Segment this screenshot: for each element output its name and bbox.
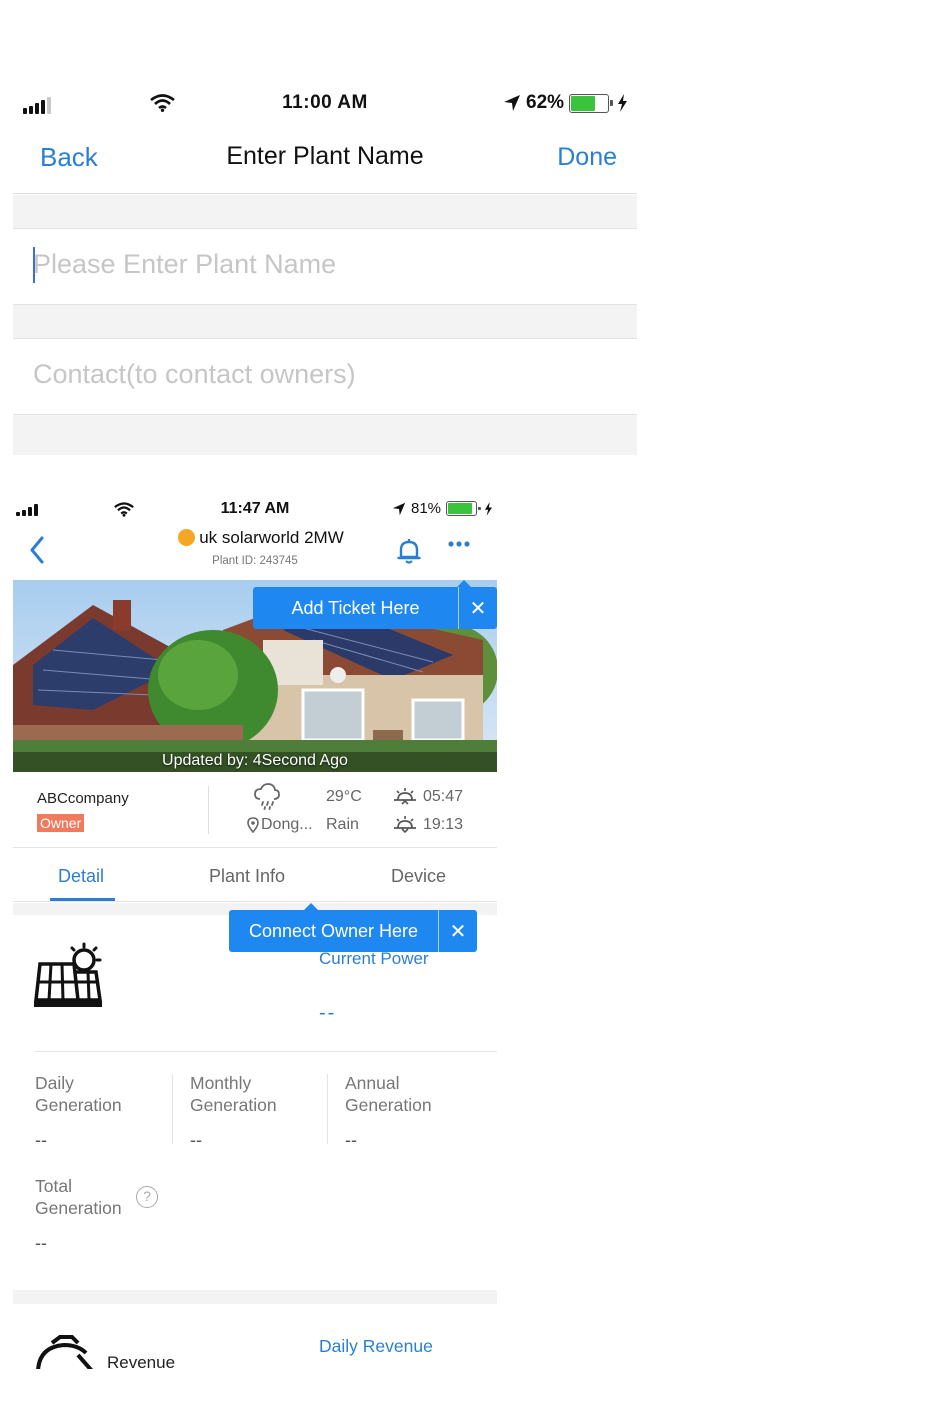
monthly-generation-label: Monthly xyxy=(190,1073,252,1093)
total-generation-value: -- xyxy=(35,1233,47,1253)
tab-bar: Detail Plant Info Device xyxy=(13,850,497,902)
annual-generation: Annual Generation -- xyxy=(345,1072,485,1151)
section-gap xyxy=(13,195,637,229)
battery-icon xyxy=(446,501,482,516)
divider xyxy=(327,1074,328,1144)
current-power-value: -- xyxy=(319,1002,337,1024)
divider xyxy=(208,786,209,834)
charging-icon xyxy=(485,501,493,516)
section-gap xyxy=(13,305,637,339)
plant-name-input[interactable]: Please Enter Plant Name xyxy=(13,228,637,305)
tab-detail[interactable]: Detail xyxy=(58,866,104,887)
status-bar: 11:00 AM 62% xyxy=(13,86,637,122)
sunrise-time: 05:47 xyxy=(423,788,464,805)
current-power-label: Current Power xyxy=(319,949,429,968)
battery-percent: 81% xyxy=(411,500,442,517)
section-gap xyxy=(13,415,637,455)
more-icon[interactable] xyxy=(447,540,471,548)
annual-generation-value: -- xyxy=(345,1130,357,1150)
weather: Rain xyxy=(326,816,359,833)
contact-input[interactable]: Contact(to contact owners) xyxy=(13,338,637,415)
daily-generation-label: Generation xyxy=(35,1095,122,1115)
charging-icon xyxy=(618,94,628,112)
total-generation: Total Generation -- xyxy=(35,1175,175,1254)
sunset-time: 19:13 xyxy=(423,816,464,833)
connect-owner-label[interactable]: Connect Owner Here xyxy=(229,921,438,942)
battery-icon xyxy=(569,93,614,113)
bell-icon[interactable] xyxy=(397,538,421,564)
plant-name-title: uk solarworld 2MW xyxy=(13,528,497,548)
help-icon[interactable]: ? xyxy=(136,1186,158,1208)
page-title: Enter Plant Name xyxy=(226,142,424,170)
temperature: 29°C xyxy=(326,788,362,805)
done-button[interactable]: Done xyxy=(557,143,617,172)
plant-name-text: uk solarworld 2MW xyxy=(199,528,344,547)
close-icon[interactable]: ✕ xyxy=(459,596,497,621)
divider xyxy=(172,1074,173,1144)
daily-generation-value: -- xyxy=(35,1130,47,1150)
role-badge: Owner xyxy=(37,814,85,832)
location: Dong... xyxy=(261,816,313,833)
active-tab-indicator xyxy=(50,898,115,901)
tab-device[interactable]: Device xyxy=(391,866,446,887)
screenshot-edge xyxy=(0,1369,950,1413)
battery-percent: 62% xyxy=(526,92,565,113)
sun-dot-icon xyxy=(178,529,196,546)
daily-generation: Daily Generation -- xyxy=(35,1072,175,1151)
location-pin-icon xyxy=(247,817,259,833)
plant-name-placeholder: Please Enter Plant Name xyxy=(33,249,337,279)
daily-generation-label: Daily xyxy=(35,1073,74,1093)
updated-caption: Updated by: 4Second Ago xyxy=(162,752,348,769)
section-gap xyxy=(13,1290,497,1304)
annual-generation-label: Generation xyxy=(345,1095,432,1115)
status-bar: 11:47 AM 81% xyxy=(13,498,497,522)
divider xyxy=(35,1051,497,1052)
add-ticket-tooltip[interactable]: Add Ticket Here ✕ xyxy=(253,580,497,629)
plant-id: Plant ID: 243745 xyxy=(212,555,298,567)
add-ticket-label[interactable]: Add Ticket Here xyxy=(253,598,458,619)
company-name: ABCcompany xyxy=(37,790,129,807)
sunrise-icon xyxy=(394,788,416,805)
navigation-bar: Back Enter Plant Name Done xyxy=(13,134,637,194)
battery-indicator: 81% xyxy=(392,500,493,517)
solar-panel-icon xyxy=(34,942,103,1007)
sunset-icon xyxy=(394,816,416,833)
contact-placeholder: Contact(to contact owners) xyxy=(33,359,356,389)
monthly-generation-value: -- xyxy=(190,1130,202,1150)
monthly-generation: Monthly Generation -- xyxy=(190,1072,330,1151)
close-icon[interactable]: ✕ xyxy=(439,919,477,944)
battery-indicator: 62% xyxy=(503,92,628,114)
monthly-generation-label: Generation xyxy=(190,1095,277,1115)
plant-info-row: ABCcompany Owner 29°C Dong... Rain 05:47… xyxy=(13,780,497,848)
plant-header: uk solarworld 2MW Plant ID: 243745 xyxy=(13,524,497,578)
rain-cloud-icon xyxy=(254,783,280,810)
annual-generation-label: Annual xyxy=(345,1073,400,1093)
location-arrow-icon xyxy=(504,95,520,111)
location-arrow-icon xyxy=(392,502,406,515)
daily-revenue-link[interactable]: Daily Revenue xyxy=(319,1336,433,1357)
tab-plant-info[interactable]: Plant Info xyxy=(209,866,285,887)
connect-owner-tooltip[interactable]: Connect Owner Here ✕ xyxy=(229,903,477,952)
